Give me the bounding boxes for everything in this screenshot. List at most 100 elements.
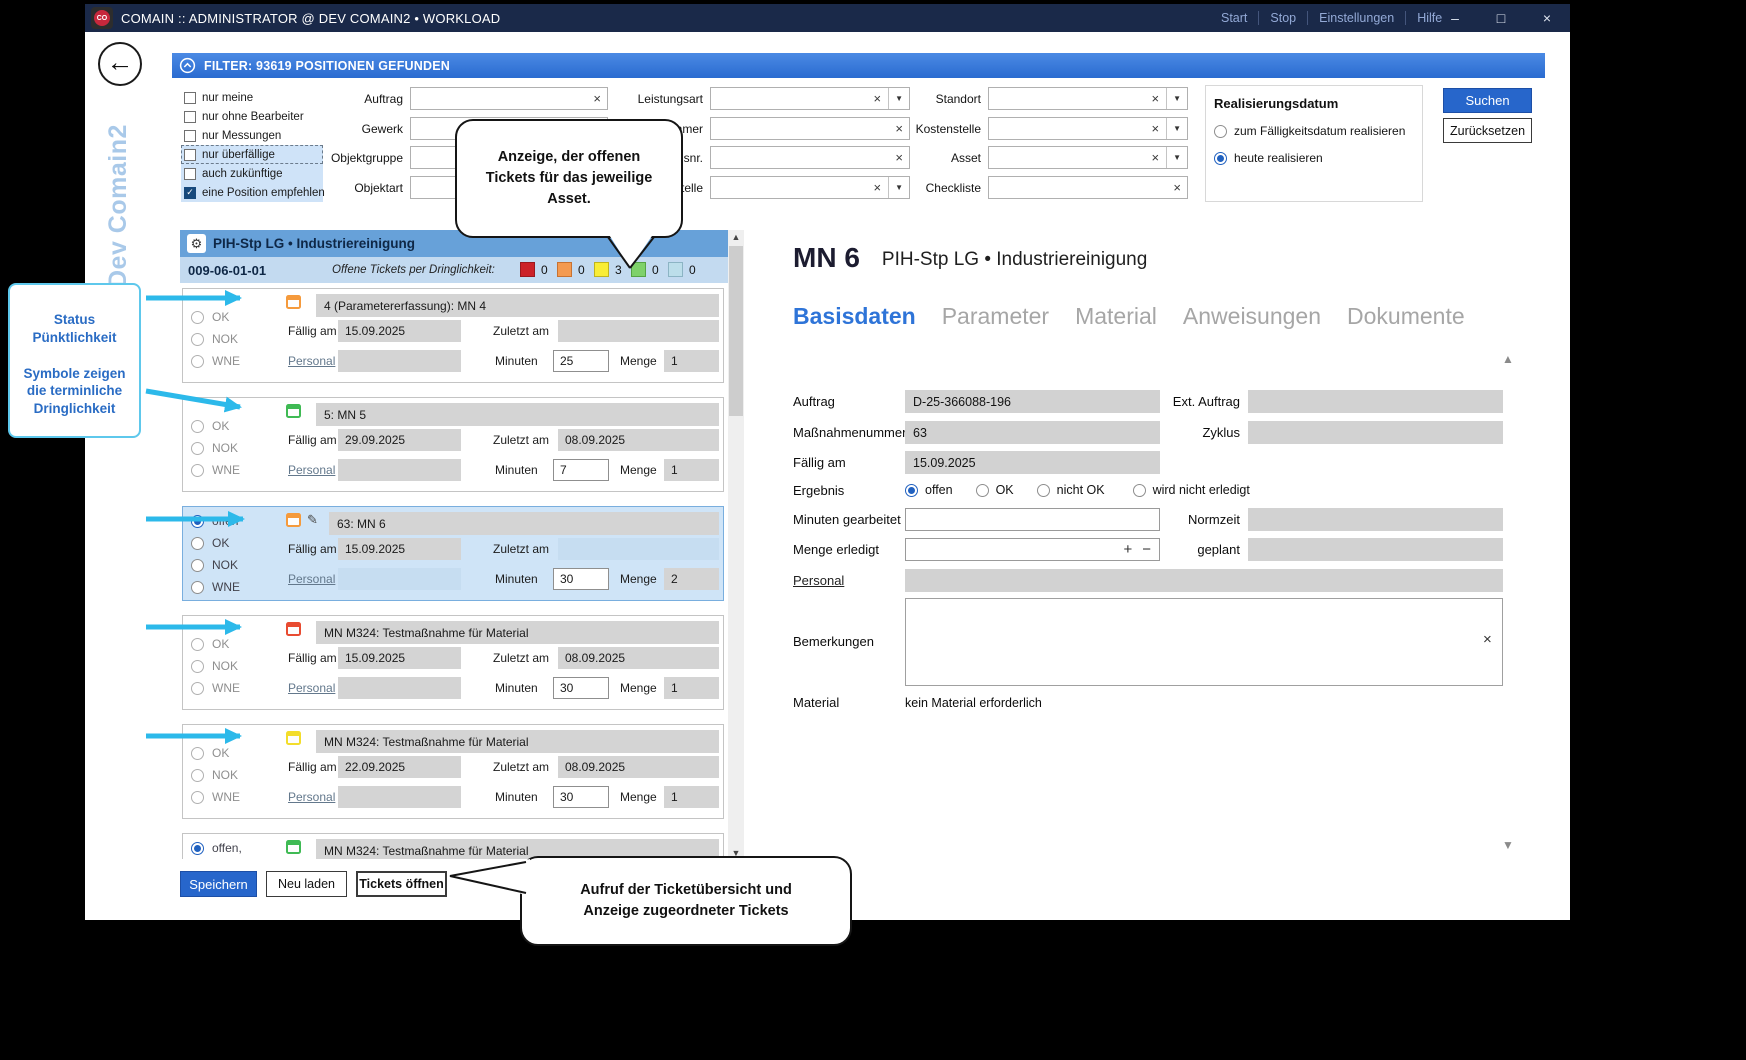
filter-checkbox-nur-messungen[interactable]: nur Messungen bbox=[181, 126, 323, 145]
ticket-lightblue-icon[interactable] bbox=[668, 262, 683, 277]
position-title[interactable]: 4 (Parametererfassung): MN 4 bbox=[316, 294, 719, 317]
dropdown-icon[interactable]: ▼ bbox=[1166, 118, 1181, 139]
minuten-field[interactable]: 30 bbox=[553, 786, 609, 808]
dropdown-icon[interactable]: ▼ bbox=[1166, 147, 1181, 168]
minuten-field[interactable]: 30 bbox=[553, 677, 609, 699]
personal-link[interactable]: Personal bbox=[288, 786, 335, 808]
tickets-oeffnen-button[interactable]: Tickets öffnen bbox=[356, 871, 447, 897]
radio-ok[interactable]: OK bbox=[191, 309, 229, 325]
neu-laden-button[interactable]: Neu laden bbox=[266, 871, 347, 897]
checkbox-icon[interactable] bbox=[184, 149, 196, 161]
filter-checkliste-field[interactable]: × bbox=[988, 176, 1188, 199]
radio-icon[interactable] bbox=[191, 464, 204, 477]
plus-icon[interactable]: + bbox=[1123, 542, 1132, 557]
radio-icon[interactable] bbox=[1133, 484, 1146, 497]
radio-nicht-ok[interactable]: nicht OK bbox=[1037, 483, 1105, 497]
tab-material[interactable]: Material bbox=[1075, 303, 1157, 330]
radio-icon[interactable] bbox=[191, 420, 204, 433]
position-item-1[interactable]: OK NOK WNE 4 (Parametererfassung): MN 4 … bbox=[182, 288, 724, 383]
checkbox-checked-icon[interactable]: ✓ bbox=[184, 187, 196, 199]
menu-start[interactable]: Start bbox=[1210, 11, 1258, 25]
minuten-field[interactable]: 7 bbox=[553, 459, 609, 481]
menge-field[interactable]: 2 bbox=[664, 568, 719, 590]
faellig-field[interactable]: 15.09.2025 bbox=[338, 647, 461, 669]
menu-stop[interactable]: Stop bbox=[1258, 11, 1307, 25]
position-title[interactable]: 5: MN 5 bbox=[316, 403, 719, 426]
normzeit-field[interactable] bbox=[1248, 508, 1503, 531]
radio-selected-icon[interactable] bbox=[1214, 152, 1227, 165]
position-item-5[interactable]: OK NOK WNE MN M324: Testmaßnahme für Mat… bbox=[182, 724, 724, 819]
checkbox-icon[interactable] bbox=[184, 130, 196, 142]
radio-wne[interactable]: WNE bbox=[191, 789, 240, 805]
filter-checkbox-eine-position-empfehlen[interactable]: ✓eine Position empfehlen bbox=[181, 183, 323, 202]
faellig-field[interactable]: 22.09.2025 bbox=[338, 756, 461, 778]
radio-icon[interactable] bbox=[191, 769, 204, 782]
massnahmenummer-field[interactable]: 63 bbox=[905, 421, 1160, 444]
personal-field[interactable] bbox=[338, 350, 461, 372]
personal-field[interactable] bbox=[338, 459, 461, 481]
close-button[interactable]: × bbox=[1524, 4, 1570, 32]
filter-header[interactable]: FILTER: 93619 POSITIONEN GEFUNDEN bbox=[172, 53, 1545, 78]
radio-ok[interactable]: OK bbox=[976, 483, 1014, 497]
checkbox-icon[interactable] bbox=[184, 111, 196, 123]
filter-kostenstelle-field[interactable]: ×▼ bbox=[988, 117, 1188, 140]
checkbox-icon[interactable] bbox=[184, 92, 196, 104]
zuletzt-field[interactable] bbox=[558, 320, 719, 342]
auftrag-field[interactable]: D-25-366088-196 bbox=[905, 390, 1160, 413]
zuletzt-field[interactable]: 08.09.2025 bbox=[558, 429, 719, 451]
clear-icon[interactable]: × bbox=[1173, 181, 1181, 194]
menge-field[interactable]: 1 bbox=[664, 350, 719, 372]
radio-icon[interactable] bbox=[191, 537, 204, 550]
radio-ok[interactable]: OK bbox=[191, 418, 229, 434]
personal-link[interactable]: Personal bbox=[288, 568, 335, 590]
zuletzt-field[interactable] bbox=[558, 538, 719, 560]
minuten-field[interactable]: 30 bbox=[553, 568, 609, 590]
radio-icon[interactable] bbox=[191, 660, 204, 673]
personal-field[interactable] bbox=[338, 677, 461, 699]
clear-icon[interactable]: × bbox=[1151, 122, 1159, 135]
radio-offen[interactable]: offen, bbox=[191, 840, 242, 856]
filter-asset-field[interactable]: ×▼ bbox=[988, 146, 1188, 169]
collapse-chevron-icon[interactable] bbox=[179, 57, 196, 74]
radio-icon[interactable] bbox=[191, 333, 204, 346]
radio-faelligkeitsdatum[interactable]: zum Fälligkeitsdatum realisieren bbox=[1214, 124, 1405, 138]
pencil-icon[interactable]: ✎ bbox=[307, 512, 318, 528]
speichern-button[interactable]: Speichern bbox=[180, 871, 257, 897]
personal-link[interactable]: Personal bbox=[288, 459, 335, 481]
menge-erledigt-field[interactable]: + − bbox=[905, 538, 1160, 561]
panel-scroll-up-icon[interactable]: ▲ bbox=[1502, 352, 1514, 366]
radio-icon[interactable] bbox=[1037, 484, 1050, 497]
minuten-gearbeitet-field[interactable] bbox=[905, 508, 1160, 531]
radio-icon[interactable] bbox=[191, 638, 204, 651]
faellig-field[interactable]: 15.09.2025 bbox=[338, 538, 461, 560]
zuletzt-field[interactable]: 08.09.2025 bbox=[558, 756, 719, 778]
personal-field[interactable] bbox=[338, 568, 461, 590]
faellig-field[interactable]: 29.09.2025 bbox=[338, 429, 461, 451]
radio-icon[interactable] bbox=[1214, 125, 1227, 138]
position-title[interactable]: MN M324: Testmaßnahme für Material bbox=[316, 730, 719, 753]
radio-nok[interactable]: NOK bbox=[191, 331, 238, 347]
clear-icon[interactable]: × bbox=[593, 92, 601, 105]
filter-checkbox-nur-ohne-bearbeiter[interactable]: nur ohne Bearbeiter bbox=[181, 107, 323, 126]
radio-offen[interactable]: offen bbox=[905, 483, 953, 497]
radio-wird-nicht-erledigt[interactable]: wird nicht erledigt bbox=[1133, 483, 1250, 497]
scroll-up-icon[interactable]: ▲ bbox=[728, 230, 744, 244]
ticket-green-icon[interactable] bbox=[631, 262, 646, 277]
gear-icon[interactable]: ⚙ bbox=[187, 234, 206, 253]
radio-nok[interactable]: NOK bbox=[191, 767, 238, 783]
clear-icon[interactable]: × bbox=[1483, 631, 1492, 648]
radio-nok[interactable]: NOK bbox=[191, 658, 238, 674]
position-item-4[interactable]: OK NOK WNE MN M324: Testmaßnahme für Mat… bbox=[182, 615, 724, 710]
radio-wne[interactable]: WNE bbox=[191, 353, 240, 369]
position-item-3-selected[interactable]: offen OK NOK WNE ✎ 63: MN 6 Fällig am 15… bbox=[182, 506, 724, 601]
clear-icon[interactable]: × bbox=[1151, 151, 1159, 164]
clear-icon[interactable]: × bbox=[1151, 92, 1159, 105]
radio-offen[interactable]: offen bbox=[191, 513, 238, 529]
filter-auftrag-field[interactable]: × bbox=[410, 87, 608, 110]
scrollbar-thumb[interactable] bbox=[729, 246, 743, 416]
radio-icon[interactable] bbox=[191, 791, 204, 804]
radio-ok[interactable]: OK bbox=[191, 745, 229, 761]
ticket-red-icon[interactable] bbox=[520, 262, 535, 277]
bemerkungen-textarea[interactable] bbox=[905, 598, 1503, 686]
minuten-field[interactable]: 25 bbox=[553, 350, 609, 372]
